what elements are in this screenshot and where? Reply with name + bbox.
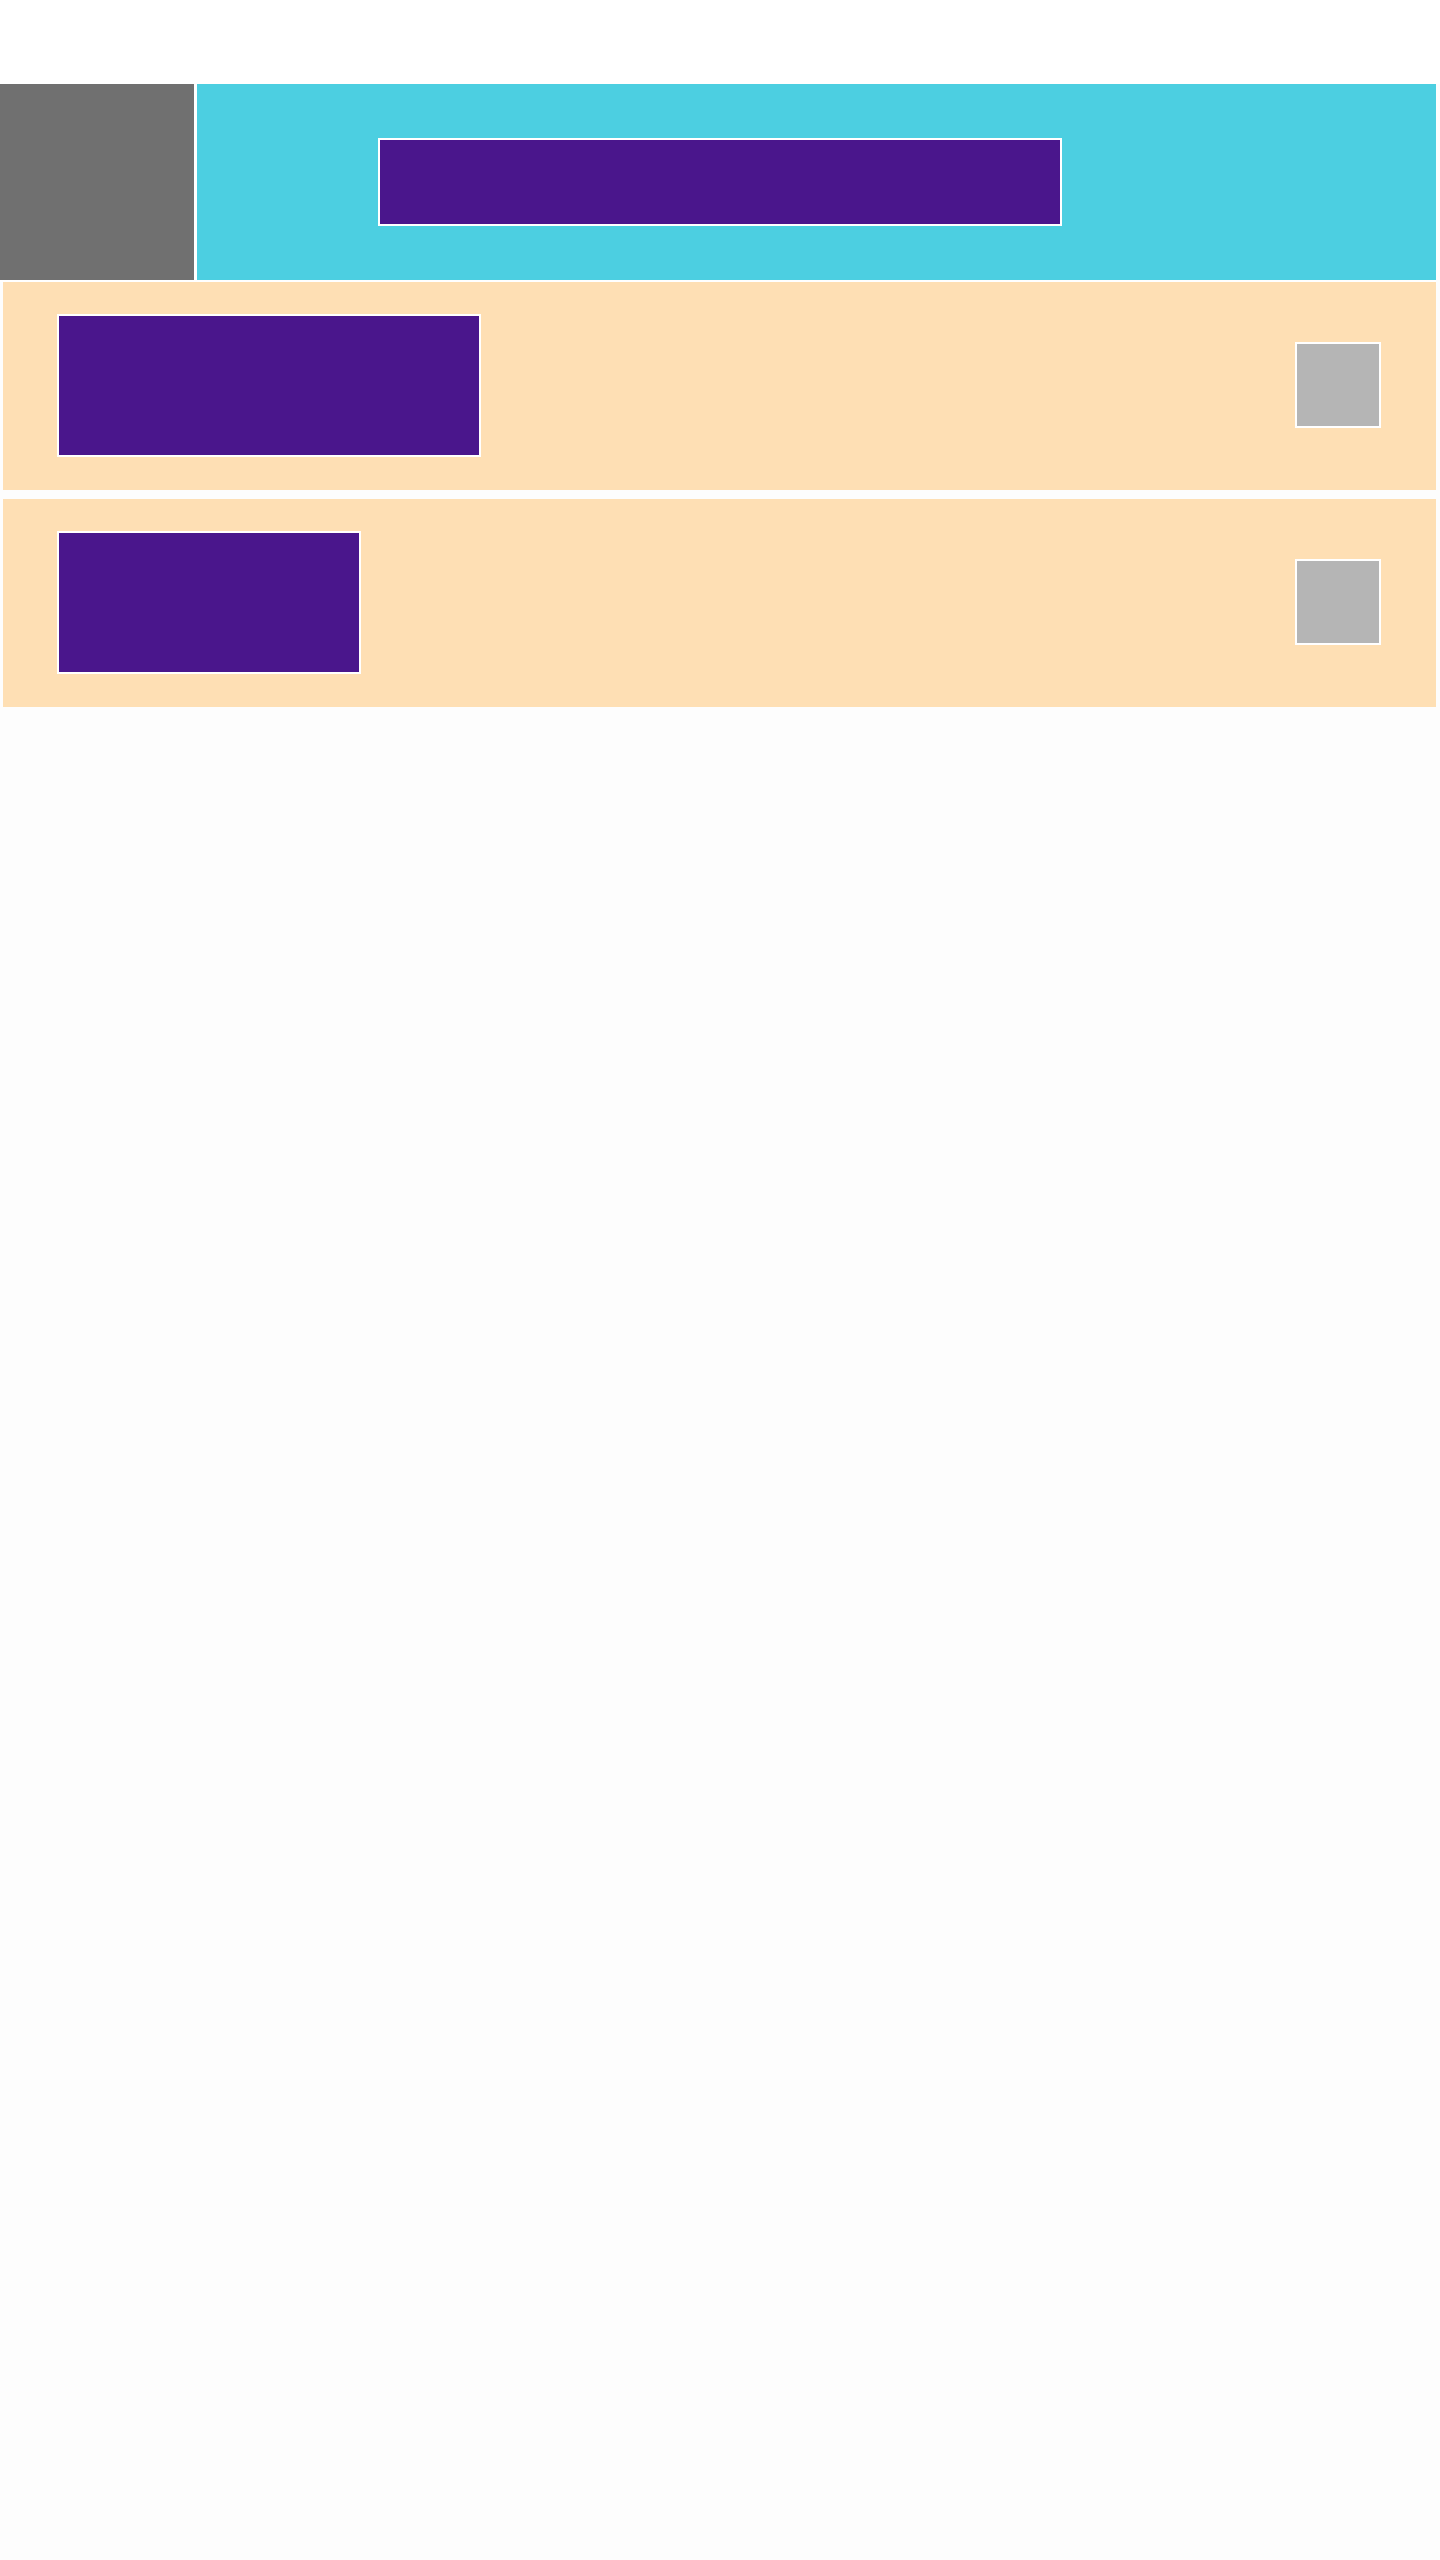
app-screen <box>0 0 1440 2560</box>
list-item-label <box>57 314 481 457</box>
list-item[interactable] <box>3 282 1436 490</box>
app-toolbar <box>0 84 1436 282</box>
list-item-label <box>57 531 361 674</box>
navigation-icon[interactable] <box>0 84 197 280</box>
checkbox-icon[interactable] <box>1295 342 1381 428</box>
empty-content-area <box>0 707 1440 2560</box>
status-bar <box>0 0 1440 84</box>
checkbox-icon[interactable] <box>1295 559 1381 645</box>
list-item[interactable] <box>3 499 1436 707</box>
toolbar-title <box>378 138 1062 226</box>
